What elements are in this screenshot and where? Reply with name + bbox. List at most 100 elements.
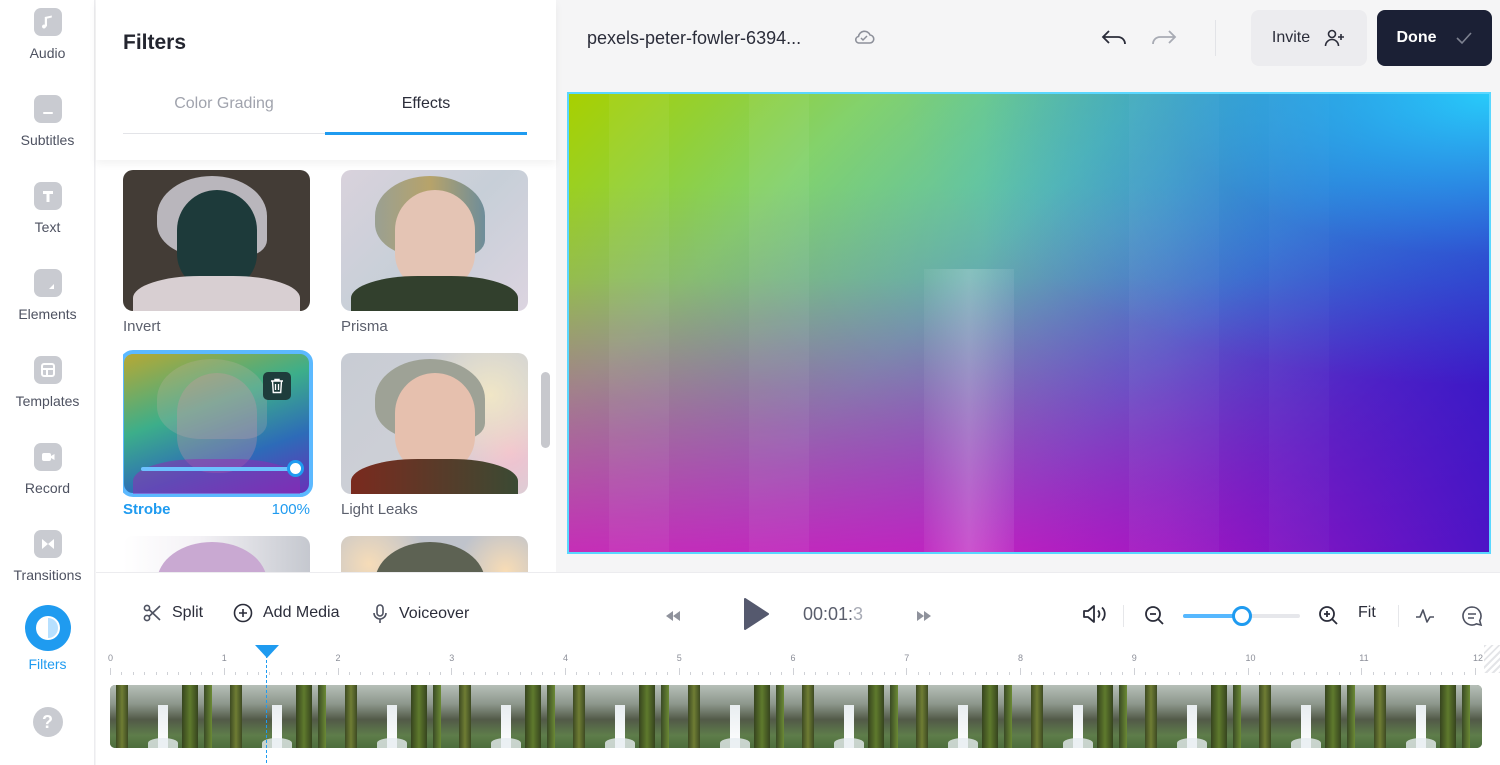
ruler-tick [451,668,453,675]
ruler-tick [769,672,771,675]
play-icon[interactable] [742,597,770,631]
volume-icon[interactable] [1081,603,1109,625]
filter-card[interactable] [123,536,310,572]
video-editor: Audio Subtitles Text Elements Templates [0,0,1500,765]
ruler-tick [1384,672,1385,675]
plus-circle-icon [233,603,253,623]
ruler-tick [417,672,419,675]
video-clip-track[interactable] [110,685,1482,748]
ruler-tick [212,672,214,675]
sidebar-item-templates[interactable]: Templates [0,356,95,409]
sidebar-item-filters[interactable]: Filters [0,605,95,672]
ruler-tick [144,672,146,675]
sidebar-item-label: Elements [18,306,77,322]
ruler-tick [428,672,430,675]
ruler-tick [678,668,680,675]
ruler-tick [963,672,965,675]
video-preview[interactable] [567,92,1491,554]
remove-filter-button[interactable] [263,372,291,400]
playhead-handle[interactable] [254,645,279,658]
check-icon [1455,32,1472,45]
voiceover-button[interactable]: Voiceover [371,603,469,625]
tab-effects[interactable]: Effects [325,92,527,135]
panel-scrollbar[interactable] [541,372,550,448]
filter-thumbnail [341,353,528,494]
timeline-zoom-slider[interactable] [1183,606,1300,626]
divider [1123,605,1124,627]
ruler-tick [553,672,555,675]
filter-card-light-leaks[interactable]: Light Leaks [341,353,528,518]
comment-icon[interactable] [1461,605,1483,627]
fit-button[interactable]: Fit [1358,604,1376,622]
ruler-tick [815,672,817,675]
ruler-label: 10 [1245,653,1256,663]
ruler-tick [337,668,339,675]
filter-card-strobe[interactable]: Strobe 100% [123,350,313,518]
sidebar-item-record[interactable]: Record [0,443,95,496]
ruler-label: 4 [563,653,569,663]
voiceover-label: Voiceover [399,605,470,622]
done-label: Done [1396,29,1437,46]
sidebar-item-audio[interactable]: Audio [0,8,95,61]
ruler-tick [246,672,248,675]
ruler-tick [110,668,111,675]
ruler-tick [565,668,566,675]
fast-forward-icon[interactable] [915,609,933,623]
filter-card-prisma[interactable]: Prisma [341,170,528,335]
top-bar: pexels-peter-fowler-6394... Invite Done [556,0,1500,78]
ruler-tick [1133,668,1135,675]
invite-button[interactable]: Invite [1251,10,1367,66]
subtitles-icon [33,95,62,123]
timeline-panel: Split Add Media Voiceover 00:01:3 Fit 01… [96,572,1500,765]
sidebar-item-elements[interactable]: Elements [0,269,95,322]
ruler-tick [178,672,180,675]
waveform-icon[interactable] [1414,605,1436,627]
ruler-tick [985,672,987,675]
clip-frame-thumbnail [1253,685,1368,748]
timeline-ruler[interactable]: 0 1 2 3 4 5 6 7 8 9 10 11 12 [108,653,1483,675]
ruler-label: 1 [221,653,227,663]
ruler-tick [860,672,862,675]
ruler-label: 8 [1018,653,1024,663]
ruler-tick [223,668,225,675]
ruler-tick [1202,672,1203,675]
add-media-button[interactable]: Add Media [233,603,340,623]
ruler-tick [235,672,237,675]
ruler-tick [1338,672,1340,675]
ruler-tick [974,672,976,675]
filter-card[interactable] [341,536,528,572]
ruler-tick [121,672,123,675]
filter-thumbnail [123,536,310,572]
tab-color-grading[interactable]: Color Grading [123,92,325,133]
undo-icon[interactable] [1100,26,1130,50]
split-button[interactable]: Split [142,603,203,623]
clip-frame-thumbnail [110,685,225,748]
zoom-out-icon[interactable] [1144,605,1166,627]
filter-thumbnail [341,170,528,311]
playhead[interactable] [254,645,279,763]
ruler-tick [439,672,441,675]
intensity-slider[interactable] [141,460,304,477]
filter-thumbnail [123,170,310,311]
sidebar: Audio Subtitles Text Elements Templates [0,0,95,765]
zoom-slider-handle[interactable] [1231,606,1252,626]
invite-label: Invite [1271,29,1311,46]
project-filename[interactable]: pexels-peter-fowler-6394... [587,28,801,49]
ruler-tick [530,672,532,675]
zoom-in-icon[interactable] [1318,605,1340,627]
intensity-slider-handle[interactable] [287,460,304,477]
sidebar-item-subtitles[interactable]: Subtitles [0,95,95,148]
help-button[interactable]: ? [0,707,95,737]
done-button[interactable]: Done [1377,10,1492,66]
sidebar-item-label: Subtitles [20,132,75,148]
sidebar-item-text[interactable]: Text [0,182,95,235]
clip-frame-thumbnail [795,685,911,748]
ruler-tick [929,672,930,675]
scissors-icon [143,604,161,622]
redo-icon[interactable] [1148,26,1178,50]
ruler-tick [474,672,475,675]
rewind-icon[interactable] [664,609,682,623]
sidebar-item-transitions[interactable]: Transitions [0,530,95,583]
ruler-tick [383,672,384,675]
filter-card-invert[interactable]: Invert [123,170,310,335]
